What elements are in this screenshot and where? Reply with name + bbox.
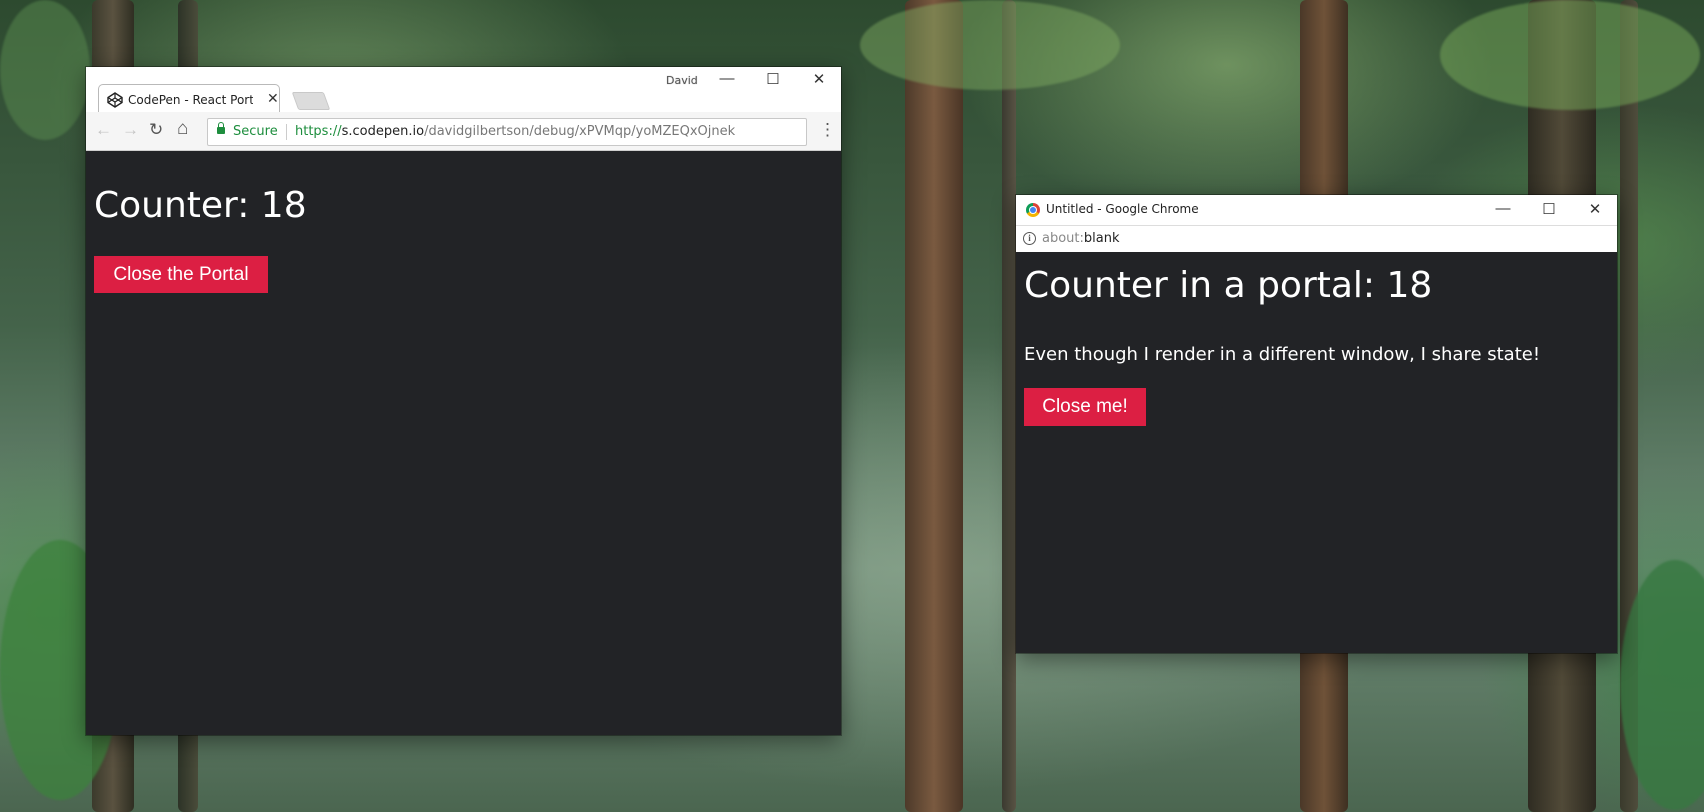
close-portal-button[interactable]: Close the Portal: [94, 256, 268, 293]
url-rest: blank: [1083, 231, 1120, 246]
foliage: [0, 0, 90, 140]
browser-toolbar: ← → ↻ ⌂ Secure https://s.codepen.io/davi…: [86, 112, 841, 151]
tree-trunk: [1002, 0, 1016, 812]
secure-label: Secure: [233, 124, 278, 139]
url-text: https://s.codepen.io/davidgilbertson/deb…: [295, 119, 735, 145]
minimize-icon[interactable]: —: [712, 70, 742, 87]
codepen-icon: [107, 92, 123, 108]
lock-icon: [217, 122, 225, 134]
close-icon[interactable]: ✕: [804, 70, 834, 88]
close-me-button[interactable]: Close me!: [1024, 388, 1146, 426]
url-text: about:blank: [1042, 231, 1120, 246]
portal-counter-heading: Counter in a portal: 18: [1024, 265, 1433, 306]
page-content: Counter: 18 Close the Portal: [86, 151, 841, 735]
url-scheme: https://: [295, 124, 342, 139]
portal-description: Even though I render in a different wind…: [1024, 344, 1541, 365]
address-bar[interactable]: Secure https://s.codepen.io/davidgilbert…: [207, 118, 807, 146]
new-tab-button[interactable]: [291, 92, 331, 110]
address-bar[interactable]: i about:blank: [1016, 225, 1617, 253]
forward-icon[interactable]: →: [122, 120, 139, 140]
browser-window-codepen: CodePen - React Portal C ✕ David — ☐ ✕ ←…: [86, 67, 841, 735]
tab-title: CodePen - React Portal C: [128, 93, 253, 107]
url-host: s.codepen.io: [341, 124, 425, 139]
foliage: [860, 0, 1120, 90]
maximize-icon[interactable]: ☐: [1534, 200, 1564, 218]
divider: [286, 124, 287, 140]
browser-window-popup: Untitled - Google Chrome — ☐ ✕ i about:b…: [1016, 195, 1617, 653]
profile-name[interactable]: David: [666, 74, 698, 87]
foliage: [1440, 0, 1700, 110]
window-title: Untitled - Google Chrome: [1046, 202, 1199, 216]
tree-trunk: [905, 0, 963, 812]
page-content: Counter in a portal: 18 Even though I re…: [1016, 252, 1617, 653]
url-path: /davidgilbertson/debug/xPVMqp/yoMZEQxOjn…: [424, 124, 736, 139]
maximize-icon[interactable]: ☐: [758, 70, 788, 88]
home-icon[interactable]: ⌂: [177, 118, 188, 140]
menu-icon[interactable]: ⋮: [819, 120, 836, 140]
back-icon[interactable]: ←: [95, 120, 112, 140]
title-bar[interactable]: CodePen - React Portal C ✕ David — ☐ ✕: [86, 67, 841, 114]
counter-heading: Counter: 18: [94, 185, 307, 226]
minimize-icon[interactable]: —: [1488, 200, 1518, 217]
close-icon[interactable]: ✕: [1580, 200, 1610, 218]
title-bar[interactable]: Untitled - Google Chrome — ☐ ✕: [1016, 195, 1617, 225]
info-icon[interactable]: i: [1023, 232, 1036, 245]
url-prefix: about:: [1042, 231, 1084, 246]
tab-close-icon[interactable]: ✕: [267, 90, 279, 107]
reload-icon[interactable]: ↻: [149, 120, 163, 140]
chrome-logo-icon: [1026, 203, 1040, 217]
